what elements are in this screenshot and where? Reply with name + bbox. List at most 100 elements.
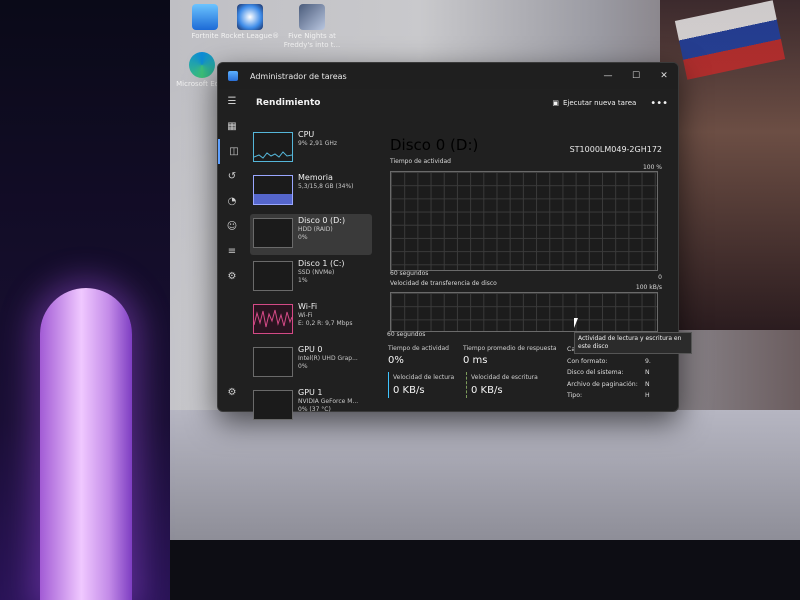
prop-value: H [645, 392, 650, 399]
window-title: Administrador de tareas [250, 71, 347, 81]
transfer-graph [390, 292, 658, 332]
desktop-icon-fnaf[interactable]: Five Nights at Freddy's into t... [282, 4, 342, 50]
run-new-task-button[interactable]: ▣ Ejecutar nueva tarea [552, 99, 636, 107]
perf-item-sub: 1% [298, 277, 308, 284]
stat-active-time-label: Tiempo de actividad [388, 345, 449, 352]
prop-label: Disco del sistema: [567, 369, 624, 376]
stat-avg-response-value: 0 ms [463, 355, 488, 366]
history-icon[interactable]: ↺ [218, 164, 246, 189]
prop-value: N [645, 380, 650, 388]
stat-read-value: 0 KB/s [393, 385, 425, 396]
perf-item-name: Disco 1 (C:) [298, 259, 345, 268]
close-button[interactable]: ✕ [650, 63, 678, 89]
stat-avg-response-label: Tiempo promedio de respuesta [463, 345, 557, 352]
run-task-label: Ejecutar nueva tarea [563, 99, 637, 107]
cpu-thumbnail [253, 132, 293, 162]
perf-item-memory[interactable]: Memoria 5,3/15,8 GB (34%) [250, 171, 372, 212]
perf-item-name: Memoria [298, 173, 333, 182]
stat-write-value: 0 KB/s [471, 385, 503, 396]
perf-item-sub: NVIDIA GeForce M... [298, 398, 359, 405]
page-header: Rendimiento ▣ Ejecutar nueva tarea ••• [246, 89, 678, 117]
desktop-icon-label: Rocket League® [220, 32, 280, 40]
active-time-graph-label: Tiempo de actividad [390, 158, 451, 165]
gpu0-thumbnail [253, 347, 293, 377]
more-options-button[interactable]: ••• [650, 98, 668, 109]
prop-row: Disco del sistema: N [567, 367, 650, 379]
active-time-graph-max: 100 % [642, 164, 662, 171]
stat-read-label: Velocidad de lectura [393, 374, 455, 381]
tooltip: Actividad de lectura y escritura en este… [574, 332, 692, 354]
run-task-icon: ▣ [552, 99, 559, 107]
active-time-graph [390, 171, 658, 271]
perf-item-cpu[interactable]: CPU 9% 2,91 GHz [250, 128, 372, 169]
rocket-league-icon [237, 4, 263, 30]
perf-item-sub: 0% [298, 363, 308, 370]
perf-item-name: GPU 0 [298, 345, 323, 354]
mouse-cursor [574, 318, 578, 328]
title-bar[interactable]: Administrador de tareas — ☐ ✕ [218, 63, 678, 89]
perf-item-name: Disco 0 (D:) [298, 216, 346, 225]
page-title: Rendimiento [256, 98, 321, 108]
disk1-thumbnail [253, 261, 293, 291]
monitor-bezel [170, 540, 800, 600]
prop-value: N [645, 369, 650, 376]
perf-item-sub: E: 0,2 R: 9,7 Mbps [298, 320, 353, 327]
transfer-graph-label: Velocidad de transferencia de disco [390, 280, 497, 287]
task-manager-icon [228, 71, 238, 81]
perf-item-name: Wi-Fi [298, 302, 318, 311]
perf-item-wifi[interactable]: Wi-Fi Wi-Fi E: 0,2 R: 9,7 Mbps [250, 300, 372, 341]
prop-row: Archivo de paginación: N [567, 379, 650, 391]
disk0-thumbnail [253, 218, 293, 248]
startup-icon[interactable]: ◔ [218, 189, 246, 214]
transfer-xlabel: 60 segundos [387, 331, 426, 338]
perf-item-sub: 0% [298, 234, 308, 241]
perf-item-sub: SSD (NVMe) [298, 269, 335, 276]
maximize-button[interactable]: ☐ [622, 63, 650, 89]
gpu1-thumbnail [253, 390, 293, 420]
active-time-xmin: 0 [658, 274, 662, 281]
prop-label: Tipo: [567, 392, 583, 399]
users-icon[interactable]: ☺ [218, 214, 246, 239]
hamburger-icon[interactable]: ☰ [218, 89, 246, 114]
active-time-xlabel: 60 segundos [390, 270, 429, 277]
perf-item-name: CPU [298, 130, 315, 139]
services-icon[interactable]: ⚙ [218, 264, 246, 289]
perf-item-gpu0[interactable]: GPU 0 Intel(R) UHD Grap... 0% [250, 343, 372, 384]
performance-list: CPU 9% 2,91 GHz Memoria 5,3/15,8 GB (34%… [250, 128, 372, 420]
prop-row: Tipo: H [567, 390, 650, 402]
stat-active-time-value: 0% [388, 355, 404, 366]
stat-write-label: Velocidad de escritura [471, 374, 538, 381]
processes-icon[interactable]: ▦ [218, 114, 246, 139]
performance-icon[interactable]: ◫ [218, 139, 248, 164]
prop-label: Con formato: [567, 357, 608, 365]
perf-item-name: GPU 1 [298, 388, 323, 397]
prop-value: 9. [645, 357, 651, 365]
disk-model: ST1000LM049-2GH172 [569, 145, 662, 154]
perf-item-sub: 9% 2,91 GHz [298, 140, 338, 147]
fnaf-icon [299, 4, 325, 30]
perf-item-sub: Intel(R) UHD Grap... [298, 355, 358, 362]
settings-icon[interactable]: ⚙ [218, 380, 246, 405]
prop-row: Con formato: 9. [567, 356, 651, 368]
perf-item-disk0[interactable]: Disco 0 (D:) HDD (RAID) 0% [250, 214, 372, 255]
desktop-icon-rocket-league[interactable]: Rocket League® [220, 4, 280, 41]
perf-item-gpu1[interactable]: GPU 1 NVIDIA GeForce M... 0% (37 °C) [250, 386, 372, 427]
detail-title: Disco 0 (D:) [390, 136, 479, 154]
sidebar-nav: ☰ ▦ ◫ ↺ ◔ ☺ ≡ ⚙ ⚙ [218, 89, 246, 411]
read-speed-indicator [388, 372, 389, 398]
details-icon[interactable]: ≡ [218, 239, 246, 264]
fortnite-icon [192, 4, 218, 30]
desktop-icon-label: Five Nights at Freddy's into t... [283, 32, 341, 49]
edge-icon [189, 52, 215, 78]
perf-item-sub: 0% (37 °C) [298, 406, 331, 413]
wallpaper-floor [170, 410, 800, 540]
write-speed-indicator [466, 372, 468, 398]
perf-item-sub: Wi-Fi [298, 312, 313, 319]
rgb-lamp [40, 288, 132, 600]
wallpaper-art [660, 0, 800, 330]
minimize-button[interactable]: — [594, 63, 622, 89]
memory-thumbnail [253, 175, 293, 205]
transfer-graph-max: 100 kB/s [635, 284, 662, 291]
perf-item-disk1[interactable]: Disco 1 (C:) SSD (NVMe) 1% [250, 257, 372, 298]
prop-label: Archivo de paginación: [567, 380, 638, 388]
